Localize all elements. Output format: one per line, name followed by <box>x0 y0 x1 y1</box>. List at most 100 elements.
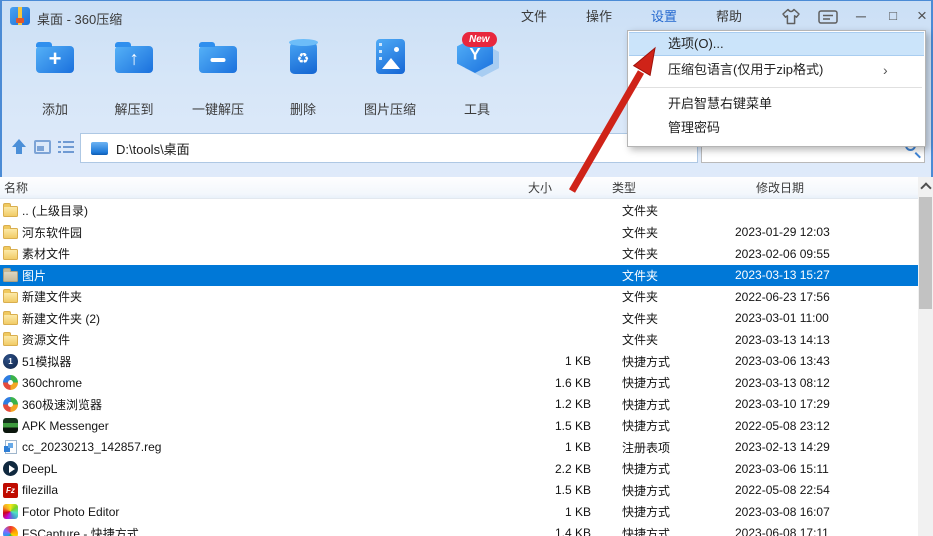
menu-item-options[interactable]: 选项(O)... <box>629 32 924 56</box>
navigate-up-button[interactable] <box>10 138 28 156</box>
table-row[interactable]: 360chrome 1.6 KB 快捷方式 2023-03-13 08:12 <box>0 372 918 394</box>
minimize-button[interactable]: ─ <box>850 4 872 28</box>
table-row[interactable]: 素材文件 文件夹 2023-02-06 09:55 <box>0 243 918 265</box>
column-header-name[interactable]: 名称 <box>4 177 28 199</box>
column-header-date[interactable]: 修改日期 <box>756 177 804 199</box>
file-date: 2022-06-23 17:56 <box>735 289 830 304</box>
toolbar-button-label: 工具 <box>463 102 490 117</box>
address-bar[interactable]: D:\tools\桌面 <box>80 133 698 163</box>
toolbar-button-label: 添加 <box>41 102 68 117</box>
menubar-item-help[interactable]: 帮助 <box>707 8 751 26</box>
menu-item-archive-language[interactable]: 压缩包语言(仅用于zip格式) › <box>628 58 925 82</box>
file-name: filezilla <box>22 483 59 498</box>
app-window: 桌面 - 360压缩 文件 操作 设置 帮助 ─ □ × 添加 解压到 <box>0 0 933 536</box>
list-view-toggle[interactable] <box>58 140 74 154</box>
toolbar-extract-to-button[interactable]: 解压到 <box>96 34 172 118</box>
folder-icon <box>3 267 18 282</box>
file-name: 图片 <box>22 268 47 283</box>
file-type: 快捷方式 <box>622 397 671 412</box>
table-row[interactable]: DeepL 2.2 KB 快捷方式 2023-03-06 15:11 <box>0 458 918 480</box>
toolbar-button-label: 一键解压 <box>191 102 244 117</box>
file-date: 2023-03-13 08:12 <box>735 375 830 390</box>
table-row[interactable]: 新建文件夹 (2) 文件夹 2023-03-01 11:00 <box>0 308 918 330</box>
toolbar-button-label: 解压到 <box>114 102 154 117</box>
toolbar-button-label: 删除 <box>289 102 316 117</box>
icon-view-toggle[interactable] <box>34 140 51 154</box>
menubar-item-operation[interactable]: 操作 <box>577 8 621 26</box>
file-name: 资源文件 <box>22 333 71 348</box>
toolbar-delete-button[interactable]: 删除 <box>265 34 341 118</box>
file-size: 1.4 KB <box>554 526 591 536</box>
menu-item-smart-context-menu[interactable]: 开启智慧右键菜单 <box>628 92 925 116</box>
app-logo-icon <box>10 7 30 25</box>
toolbar-one-click-extract-button[interactable]: 一键解压 <box>180 34 256 118</box>
toolbar-button-label: 图片压缩 <box>363 102 416 117</box>
menubar-item-file[interactable]: 文件 <box>512 8 556 26</box>
file-name: 新建文件夹 (2) <box>22 311 101 326</box>
toolbar-add-button[interactable]: 添加 <box>17 34 93 118</box>
scrollbar-thumb[interactable] <box>919 197 932 309</box>
skin-theme-icon[interactable] <box>780 7 802 26</box>
file-date: 2023-03-08 16:07 <box>735 504 830 519</box>
table-row[interactable]: 新建文件夹 文件夹 2022-06-23 17:56 <box>0 286 918 308</box>
file-size: 1 KB <box>564 440 591 455</box>
table-row[interactable]: filezilla 1.5 KB 快捷方式 2022-05-08 22:54 <box>0 480 918 502</box>
column-header-type[interactable]: 类型 <box>612 177 636 199</box>
table-row[interactable]: 图片 文件夹 2023-03-13 15:27 <box>0 264 918 286</box>
file-type: 文件夹 <box>622 225 659 240</box>
folder-add-icon <box>36 42 74 73</box>
image-compress-icon <box>375 39 405 74</box>
scrollbar-up-icon[interactable] <box>918 177 933 194</box>
app-fscapture-icon <box>3 525 18 536</box>
table-row[interactable]: FSCapture - 快捷方式 1.4 KB 快捷方式 2023-06-08 17:… <box>0 523 918 536</box>
app-360-icon <box>3 396 18 412</box>
scrollbar[interactable] <box>918 177 933 536</box>
folder-icon <box>3 289 18 304</box>
folder-open-icon <box>199 42 237 73</box>
feedback-icon[interactable] <box>817 8 839 27</box>
file-date: 2023-02-06 09:55 <box>735 246 830 261</box>
table-row[interactable]: Fotor Photo Editor 1 KB 快捷方式 2023-03-08 16:… <box>0 501 918 523</box>
folder-icon <box>3 203 18 218</box>
table-row[interactable]: APK Messenger 1.5 KB 快捷方式 2022-05-08 23:12 <box>0 415 918 437</box>
file-date: 2023-03-06 15:11 <box>735 461 829 476</box>
settings-dropdown-menu: 选项(O)... 压缩包语言(仅用于zip格式) › 开启智慧右键菜单 管理密码 <box>627 30 926 147</box>
file-date: 2023-03-10 17:29 <box>735 397 830 412</box>
file-name: FSCapture - 快捷方式 <box>22 526 139 536</box>
close-button[interactable]: × <box>911 4 933 28</box>
table-row[interactable]: 51模拟器 1 KB 快捷方式 2023-03-06 13:43 <box>0 351 918 373</box>
new-badge: New <box>462 32 497 47</box>
file-date: 2023-03-13 15:27 <box>735 268 830 283</box>
file-name: 360极速浏览器 <box>22 397 103 412</box>
app-51-icon <box>3 353 18 369</box>
table-row[interactable]: .. (上级目录) 文件夹 <box>0 200 918 222</box>
file-type: 注册表项 <box>622 440 671 455</box>
address-path: D:\tools\桌面 <box>116 141 190 157</box>
table-row[interactable]: 360极速浏览器 1.2 KB 快捷方式 2023-03-10 17:29 <box>0 394 918 416</box>
app-deepl-icon <box>3 461 18 477</box>
menu-item-manage-passwords[interactable]: 管理密码 <box>628 116 925 140</box>
folder-icon <box>3 246 18 261</box>
file-size: 1.5 KB <box>554 483 591 498</box>
file-date: 2022-05-08 23:12 <box>735 418 830 433</box>
file-type: 文件夹 <box>622 333 659 348</box>
toolbar-image-compress-button[interactable]: 图片压缩 <box>352 34 428 118</box>
file-type: 快捷方式 <box>622 462 671 477</box>
file-reg-icon <box>4 440 17 455</box>
file-type: 快捷方式 <box>622 419 671 434</box>
table-row[interactable]: cc_20230213_142857.reg 1 KB 注册表项 2023-02-13… <box>0 437 918 459</box>
maximize-button[interactable]: □ <box>882 4 904 28</box>
file-name: .. (上级目录) <box>22 204 88 219</box>
menubar-item-settings[interactable]: 设置 <box>642 8 686 26</box>
column-header-size[interactable]: 大小 <box>480 177 552 199</box>
table-row[interactable]: 资源文件 文件夹 2023-03-13 14:13 <box>0 329 918 351</box>
trash-recycle-icon <box>288 39 318 74</box>
file-name: 51模拟器 <box>22 354 72 369</box>
file-name: 360chrome <box>22 375 83 390</box>
file-size: 1 KB <box>564 504 591 519</box>
file-date: 2023-06-08 17:11 <box>735 526 829 536</box>
table-row[interactable]: 河东软件园 文件夹 2023-01-29 12:03 <box>0 222 918 244</box>
app-fotor-icon <box>3 504 18 520</box>
window-title: 桌面 - 360压缩 <box>37 12 123 27</box>
file-type: 快捷方式 <box>622 483 671 498</box>
